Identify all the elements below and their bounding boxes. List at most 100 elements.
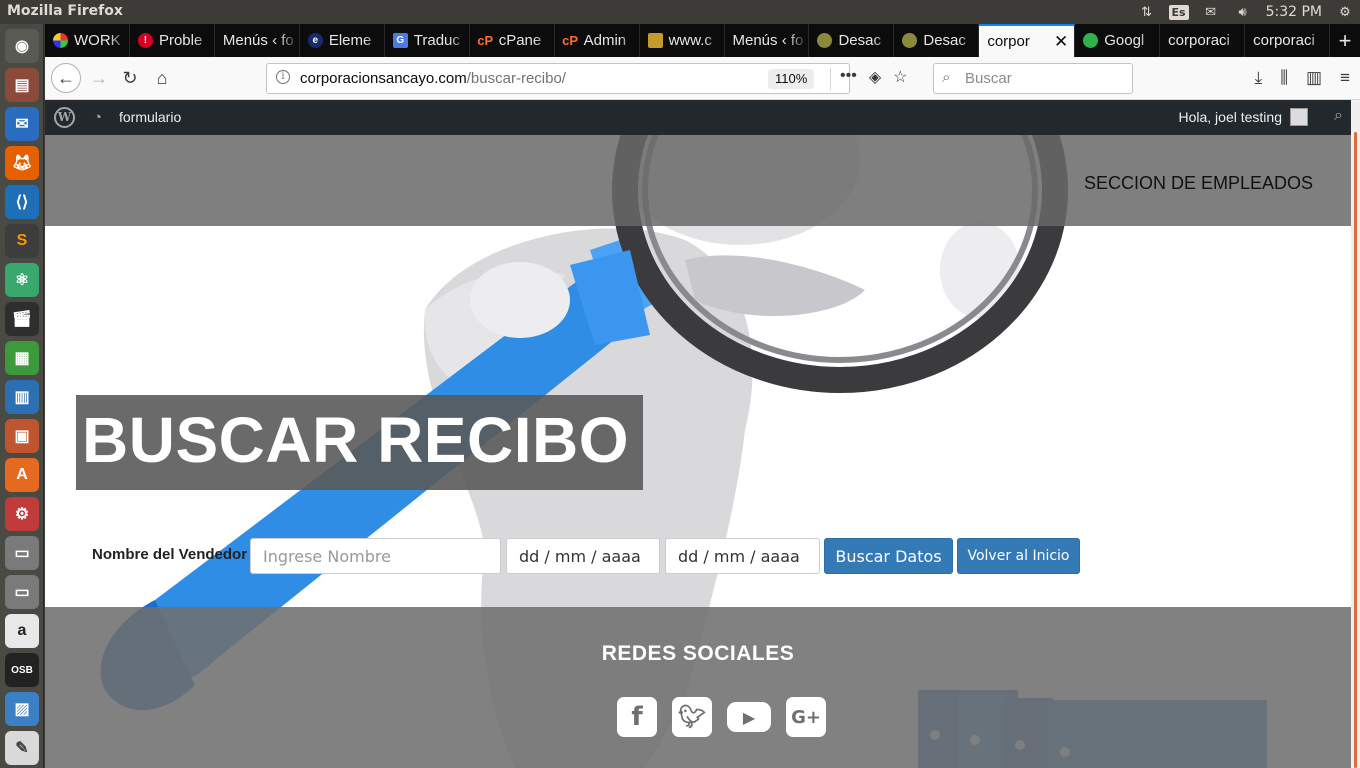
twitter-icon[interactable]: 🐦︎ (672, 697, 712, 737)
system-settings-icon[interactable]: ⚙ (5, 497, 39, 531)
facebook-icon[interactable]: f (617, 697, 657, 737)
text-editor-icon[interactable]: ✎ (5, 731, 39, 765)
zoom-indicator[interactable]: 110% (768, 69, 815, 89)
site-favicon-icon (817, 33, 833, 48)
elementor-favicon-icon: e (307, 33, 323, 48)
page-title: BUSCAR RECIBO (82, 404, 629, 476)
tab[interactable]: Menús ‹ fo (215, 24, 300, 57)
tab[interactable]: e Eleme (300, 24, 385, 57)
mail-icon[interactable]: ✉ (1202, 4, 1220, 20)
bookmark-star-icon[interactable]: ☆ (893, 67, 907, 87)
social-icons: f 🐦︎ ▶ G+ (617, 697, 826, 737)
drive-icon-2[interactable]: ▭ (5, 575, 39, 609)
tab[interactable]: www.c (640, 24, 725, 57)
scrollbar-thumb[interactable] (1354, 132, 1357, 768)
thunderbird-icon[interactable]: ✉ (5, 107, 39, 141)
new-tab-button[interactable]: + (1330, 24, 1360, 57)
tab[interactable]: ! Proble (130, 24, 215, 57)
ubuntu-dash-icon[interactable]: ◉ (5, 29, 39, 63)
alert-favicon-icon: ! (137, 33, 153, 48)
site-name-link[interactable]: formulario (119, 109, 181, 125)
obs-icon[interactable]: OSB (5, 653, 39, 687)
library-icon[interactable]: ⫼ (1280, 68, 1288, 88)
tab-strip: WORK ! Proble Menús ‹ fo e Eleme G Traduc c… (45, 24, 1360, 57)
url-text[interactable]: corporacionsancayo.com/buscar-recibo/ (300, 70, 566, 87)
volume-icon[interactable]: 🔊︎ (1234, 4, 1252, 20)
employees-section-link[interactable]: SECCION DE EMPLEADOS (1084, 173, 1313, 194)
firefox-icon[interactable]: 🦊︎ (5, 146, 39, 180)
downloads-icon[interactable]: ⤓ (1255, 68, 1263, 88)
forward-button[interactable]: → (85, 64, 113, 92)
network-icon[interactable]: ⇅ (1138, 4, 1156, 20)
system-tray: ⇅ Es ✉ 🔊︎ 5:32 PM ⚙ (1138, 0, 1354, 24)
url-bar[interactable]: i corporacionsancayo.com/buscar-recibo/ … (266, 63, 850, 94)
tab[interactable]: cP cPane (470, 24, 555, 57)
tab[interactable]: corporaci (1160, 24, 1246, 57)
software-center-icon[interactable]: A (5, 458, 39, 492)
google-plus-icon[interactable]: G+ (786, 697, 826, 737)
tab[interactable]: G Traduc (385, 24, 470, 57)
launcher: ◉ ▤ ✉ 🦊︎ ⟨⟩ S ⚛ 🎬︎ ▦ ▥ ▣ A ⚙ ▭ ▭ a OSB ▨… (0, 24, 44, 768)
files-icon[interactable]: ▤ (5, 68, 39, 102)
page-actions-menu-icon[interactable]: ••• (840, 67, 857, 87)
close-tab-icon[interactable]: ✕ (1054, 32, 1068, 52)
atom-icon[interactable]: ⚛ (5, 263, 39, 297)
pocket-icon[interactable]: ◈ (869, 67, 881, 87)
vscode-icon[interactable]: ⟨⟩ (5, 185, 39, 219)
search-icon: ⌕ (942, 69, 951, 86)
video-editor-icon[interactable]: 🎬︎ (5, 302, 39, 336)
dashboard-icon[interactable]: ◔ (93, 109, 111, 126)
impress-icon[interactable]: ▣ (5, 419, 39, 453)
back-button[interactable]: ← (51, 63, 81, 93)
adminbar-search-icon[interactable]: ⌕ (1334, 107, 1343, 125)
tab-active[interactable]: corpor ✕ (979, 24, 1076, 57)
social-title: REDES SOCIALES (601, 642, 795, 665)
back-to-home-button[interactable]: Volver al Inicio (957, 538, 1080, 574)
drive-icon[interactable]: ▭ (5, 536, 39, 570)
site-favicon-icon (902, 33, 918, 48)
tab[interactable]: corporaci (1245, 24, 1331, 57)
seller-name-label: Nombre del Vendedor (92, 546, 248, 563)
search-data-button[interactable]: Buscar Datos (824, 538, 953, 574)
seller-name-input[interactable]: Ingrese Nombre (250, 538, 501, 574)
tab[interactable]: cP Admin (555, 24, 640, 57)
tab[interactable]: Menús ‹ fo (725, 24, 810, 57)
date-to-input[interactable]: dd / mm / aaaa (665, 538, 820, 574)
writer-icon[interactable]: ▥ (5, 380, 39, 414)
search-bar[interactable]: ⌕ Buscar (933, 63, 1133, 94)
cpanel-favicon-icon: cP (477, 33, 494, 48)
navigation-toolbar: ← → ↻ ⌂ i corporacionsancayo.com/buscar-… (45, 57, 1360, 100)
clock[interactable]: 5:32 PM (1266, 4, 1322, 20)
tab[interactable]: Desac (894, 24, 980, 57)
site-header: SECCION DE EMPLEADOS (45, 135, 1351, 226)
home-button[interactable]: ⌂ (148, 64, 176, 92)
amazon-icon[interactable]: a (5, 614, 39, 648)
tab[interactable]: Googl (1075, 24, 1161, 57)
wordpress-logo-icon[interactable]: W (54, 107, 75, 128)
tab[interactable]: WORK (45, 24, 130, 57)
receipt-search-form: Nombre del Vendedor Ingrese Nombre dd / … (45, 537, 1351, 577)
sidebar-icon[interactable]: ▥ (1306, 68, 1322, 88)
youtube-icon[interactable]: ▶ (727, 702, 771, 732)
user-avatar[interactable] (1290, 108, 1308, 126)
page-scrollbar[interactable] (1351, 100, 1360, 768)
urlbar-separator (830, 68, 831, 90)
site-favicon-icon (647, 33, 663, 48)
toolbar-right: ⤓ ⫼ ▥ ≡ (1255, 68, 1350, 88)
top-panel: Mozilla Firefox ⇅ Es ✉ 🔊︎ 5:32 PM ⚙ (0, 0, 1360, 24)
sublime-text-icon[interactable]: S (5, 224, 39, 258)
tab-favicon-icon (53, 33, 68, 48)
cpanel-favicon-icon: cP (562, 33, 579, 48)
reload-button[interactable]: ↻ (116, 64, 144, 92)
hamburger-menu-icon[interactable]: ≡ (1340, 68, 1350, 88)
image-viewer-icon[interactable]: ▨ (5, 692, 39, 726)
spreadsheet-icon[interactable]: ▦ (5, 341, 39, 375)
hero-title-box: BUSCAR RECIBO (76, 395, 643, 490)
keyboard-layout-indicator[interactable]: Es (1168, 4, 1189, 20)
settings-gear-icon[interactable]: ⚙ (1336, 4, 1354, 20)
tab[interactable]: Desac (809, 24, 895, 57)
date-from-input[interactable]: dd / mm / aaaa (506, 538, 660, 574)
app-title: Mozilla Firefox (7, 3, 123, 19)
page-viewport: W ◔ formulario Hola, joel testing ⌕ SECC… (45, 100, 1351, 768)
site-info-icon[interactable]: i (276, 70, 290, 84)
